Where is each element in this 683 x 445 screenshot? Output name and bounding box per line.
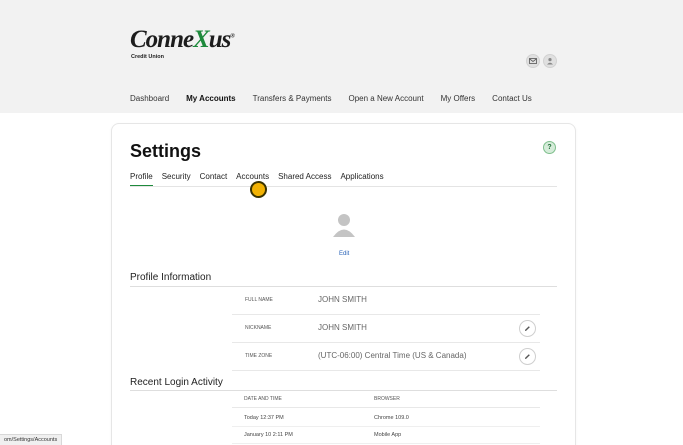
tab-contact[interactable]: Contact: [200, 172, 228, 187]
profile-row-full-name: FULL NAME JOHN SMITH: [232, 287, 540, 315]
logo-wordmark: ConneXus®: [130, 26, 235, 53]
nav-my-offers[interactable]: My Offers: [441, 94, 476, 106]
row-value: JOHN SMITH: [318, 295, 367, 304]
help-icon[interactable]: ?: [543, 141, 556, 154]
profile-row-time-zone: TIME ZONE (UTC-06:00) Central Time (US &…: [232, 343, 540, 371]
nav-dashboard[interactable]: Dashboard: [130, 94, 169, 106]
browser-status-url: om/Settings/Accounts: [0, 434, 63, 445]
login-row: Today 12:37 PM Chrome 109.0: [232, 409, 540, 427]
mail-icon[interactable]: [526, 54, 540, 68]
nav-open-new-account[interactable]: Open a New Account: [348, 94, 423, 106]
nav-my-accounts[interactable]: My Accounts: [186, 94, 236, 106]
login-date: Today 12:37 PM: [244, 415, 284, 421]
header-browser: BROWSER: [374, 396, 400, 402]
login-date: January 10 2:11 PM: [244, 432, 293, 438]
row-label: TIME ZONE: [245, 353, 273, 359]
login-table-header: DATE AND TIME BROWSER: [232, 390, 540, 408]
edit-time-zone-pencil-icon[interactable]: [519, 348, 536, 365]
user-icon[interactable]: [543, 54, 557, 68]
nav-contact-us[interactable]: Contact Us: [492, 94, 532, 106]
click-indicator: [250, 181, 267, 198]
profile-row-nickname: NICKNAME JOHN SMITH: [232, 315, 540, 343]
profile-information-heading: Profile Information: [130, 272, 212, 283]
main-nav: Dashboard My Accounts Transfers & Paymen…: [130, 94, 549, 106]
header-date-and-time: DATE AND TIME: [244, 396, 282, 402]
avatar-edit-link[interactable]: Edit: [339, 251, 349, 257]
tab-applications[interactable]: Applications: [340, 172, 383, 187]
connexus-logo[interactable]: ConneXus® Credit Union: [130, 24, 240, 64]
tab-security[interactable]: Security: [162, 172, 191, 187]
row-value: (UTC-06:00) Central Time (US & Canada): [318, 351, 467, 360]
recent-login-activity-heading: Recent Login Activity: [130, 377, 223, 388]
row-label: FULL NAME: [245, 297, 273, 303]
tab-shared-access[interactable]: Shared Access: [278, 172, 331, 187]
login-browser: Chrome 109.0: [374, 415, 409, 421]
row-value: JOHN SMITH: [318, 323, 367, 332]
page-title: Settings: [130, 141, 202, 161]
profile-avatar: [333, 213, 355, 237]
tab-profile[interactable]: Profile: [130, 172, 153, 187]
row-label: NICKNAME: [245, 325, 272, 331]
edit-nickname-pencil-icon[interactable]: [519, 320, 536, 337]
login-row: January 10 2:11 PM Mobile App: [232, 426, 540, 444]
tabs-divider: [130, 186, 557, 187]
nav-transfers-payments[interactable]: Transfers & Payments: [253, 94, 332, 106]
login-browser: Mobile App: [374, 432, 402, 438]
logo-subtitle: Credit Union: [131, 54, 164, 60]
